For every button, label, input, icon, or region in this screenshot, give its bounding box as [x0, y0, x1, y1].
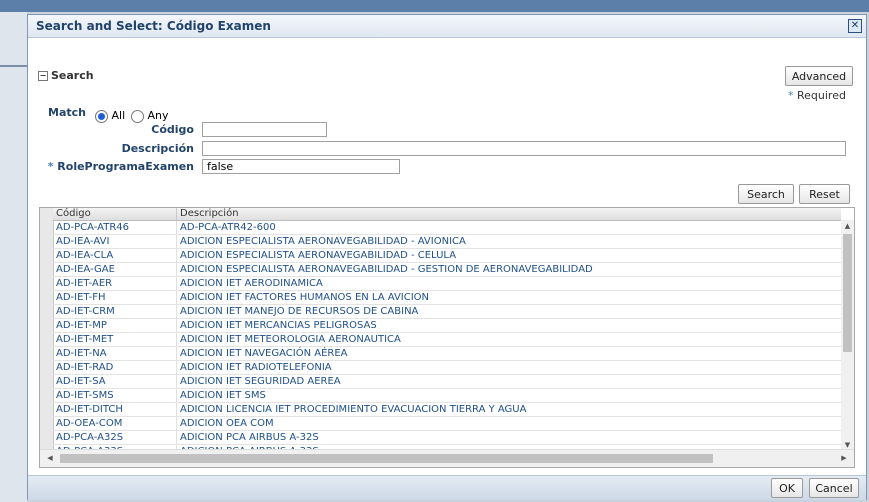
required-label: Required [797, 89, 846, 102]
table-row[interactable]: AD-IET-CRM ADICION IET MANEJO DE RECURSOS… [53, 305, 841, 319]
table-row[interactable]: AD-IET-MP ADICION IET MERCANCIAS PELIGROS… [53, 319, 841, 333]
role-programa-examen-input[interactable] [202, 159, 400, 174]
cancel-button[interactable]: Cancel [809, 478, 859, 498]
search-section-header[interactable]: − Search [38, 69, 94, 82]
cell-descripcion: ADICION LICENCIA IET PROCEDIMIENTO EVACU… [180, 404, 527, 415]
cell-codigo: AD-IEA-GAE [53, 263, 177, 276]
cell-codigo: AD-IEA-AVI [53, 235, 177, 248]
table-row[interactable]: AD-PCA-ATR46 AD-PCA-ATR42-600 [53, 221, 841, 235]
dialog-titlebar: Search and Select: Código Examen ✕ [28, 15, 866, 38]
table-row[interactable]: AD-IET-SMS ADICION IET SMS [53, 389, 841, 403]
match-any-radio[interactable] [131, 109, 144, 123]
table-row[interactable]: AD-IEA-CLA ADICION ESPECIALISTA AERONAVEG… [53, 249, 841, 263]
background-page [0, 12, 27, 502]
cell-codigo: AD-IET-CRM [53, 305, 177, 318]
ok-button[interactable]: OK [771, 478, 803, 498]
reset-button[interactable]: Reset [799, 184, 850, 204]
cell-descripcion: AD-PCA-ATR42-600 [180, 222, 276, 233]
app-header-bar [0, 0, 869, 12]
cell-codigo: AD-IET-AER [53, 277, 177, 290]
codigo-label: Código [151, 123, 194, 136]
cell-descripcion: ADICION IET SEGURIDAD AEREA [180, 376, 341, 387]
column-header-codigo[interactable]: Código [53, 208, 177, 220]
table-row[interactable]: AD-IET-AER ADICION IET AERODINAMICA [53, 277, 841, 291]
required-note: * Required [788, 89, 846, 102]
cell-descripcion: ADICION IET AERODINAMICA [180, 278, 323, 289]
table-row[interactable]: AD-IET-FH ADICION IET FACTORES HUMANOS EN… [53, 291, 841, 305]
search-section-label: Search [51, 69, 94, 82]
match-all-label: All [111, 109, 126, 122]
cell-descripcion: ADICION ESPECIALISTA AERONAVEGABILIDAD -… [180, 236, 466, 247]
close-icon[interactable]: ✕ [848, 19, 862, 33]
cell-codigo: AD-IET-SA [53, 375, 177, 388]
cell-descripcion: ADICION ESPECIALISTA AERONAVEGABILIDAD -… [180, 250, 457, 261]
dialog-title: Search and Select: Código Examen [36, 19, 271, 33]
cell-codigo: AD-IET-RAD [53, 361, 177, 374]
role-label-text: RoleProgramaExamen [57, 160, 194, 173]
cell-codigo: AD-IEA-CLA [53, 249, 177, 262]
table-row[interactable]: AD-IEA-AVI ADICION ESPECIALISTA AERONAVEG… [53, 235, 841, 249]
required-star: * [788, 89, 794, 102]
match-all-radio[interactable] [95, 109, 108, 123]
cell-descripcion: ADICION IET MANEJO DE RECURSOS DE CABINA [180, 306, 419, 317]
column-header-descripcion[interactable]: Descripción [177, 208, 840, 220]
scroll-up-icon[interactable]: ▲ [843, 221, 852, 231]
descripcion-label: Descripción [121, 142, 194, 155]
descripcion-input[interactable] [202, 141, 846, 156]
vertical-scrollbar[interactable]: ▲ ▼ [841, 220, 854, 451]
table-row[interactable]: AD-IET-RAD ADICION IET RADIOTELEFONIA [53, 361, 841, 375]
row-header-column [40, 208, 54, 451]
table-row[interactable]: AD-IET-MET ADICION IET METEOROLOGIA AERON… [53, 333, 841, 347]
match-label: Match [48, 106, 86, 119]
vertical-scroll-thumb[interactable] [843, 234, 852, 352]
results-table: Código Descripción AD-PCA-ATR46 AD-PCA-AT… [39, 207, 855, 468]
table-header: Código Descripción [53, 208, 841, 221]
role-programa-examen-label: * RoleProgramaExamen [34, 160, 194, 173]
cell-descripcion: ADICION PCA AIRBUS A-32S [180, 432, 319, 443]
advanced-button[interactable]: Advanced [785, 66, 853, 86]
collapse-icon[interactable]: − [38, 71, 48, 81]
table-row[interactable]: AD-PCA-A32S ADICION PCA AIRBUS A-32S [53, 431, 841, 445]
cell-codigo: AD-IET-DITCH [53, 403, 177, 416]
table-row[interactable]: AD-OEA-COM ADICION OEA COM [53, 417, 841, 431]
match-all-option[interactable]: All [95, 109, 125, 123]
cell-descripcion: ADICION IET SMS [180, 390, 266, 401]
cell-descripcion: ADICION IET FACTORES HUMANOS EN LA AVICI… [180, 292, 430, 303]
cell-descripcion: ADICION ESPECIALISTA AERONAVEGABILIDAD -… [180, 264, 593, 275]
scroll-right-icon[interactable]: ▶ [839, 453, 849, 463]
horizontal-scroll-thumb[interactable] [60, 454, 713, 463]
table-body: AD-PCA-ATR46 AD-PCA-ATR42-600 AD-IEA-AVI AD… [53, 221, 841, 451]
codigo-input[interactable] [202, 122, 327, 137]
cell-codigo: AD-PCA-A32S [53, 431, 177, 444]
cell-codigo: AD-IET-NA [53, 347, 177, 360]
cell-descripcion: ADICION OEA COM [180, 418, 274, 429]
cell-descripcion: ADICION IET MERCANCIAS PELIGROSAS [180, 320, 377, 331]
cell-codigo: AD-PCA-ATR46 [53, 221, 177, 234]
horizontal-scrollbar[interactable]: ◀ ▶ [40, 449, 854, 467]
search-button[interactable]: Search [738, 184, 794, 204]
table-row[interactable]: AD-IET-SA ADICION IET SEGURIDAD AEREA [53, 375, 841, 389]
cell-codigo: AD-IET-MP [53, 319, 177, 332]
role-required-star: * [47, 160, 54, 173]
cell-codigo: AD-IET-SMS [53, 389, 177, 402]
cell-codigo: AD-IET-FH [53, 291, 177, 304]
cell-codigo: AD-IET-MET [53, 333, 177, 346]
dialog-footer: OK Cancel [28, 475, 866, 500]
table-row[interactable]: AD-IET-NA ADICION IET NAVEGACIÓN AÉREA [53, 347, 841, 361]
background-divider [0, 65, 27, 67]
cell-codigo: AD-OEA-COM [53, 417, 177, 430]
cell-descripcion: ADICION IET RADIOTELEFONIA [180, 362, 332, 373]
cell-descripcion: ADICION IET METEOROLOGIA AERONAUTICA [180, 334, 401, 345]
match-any-label: Any [147, 109, 169, 122]
table-row[interactable]: AD-IET-DITCH ADICION LICENCIA IET PROCEDI… [53, 403, 841, 417]
scroll-left-icon[interactable]: ◀ [45, 453, 55, 463]
table-row[interactable]: AD-IEA-GAE ADICION ESPECIALISTA AERONAVEG… [53, 263, 841, 277]
match-any-option[interactable]: Any [131, 109, 169, 123]
cell-descripcion: ADICION IET NAVEGACIÓN AÉREA [180, 348, 348, 359]
search-select-dialog: Search and Select: Código Examen ✕ − Sear… [27, 14, 867, 500]
